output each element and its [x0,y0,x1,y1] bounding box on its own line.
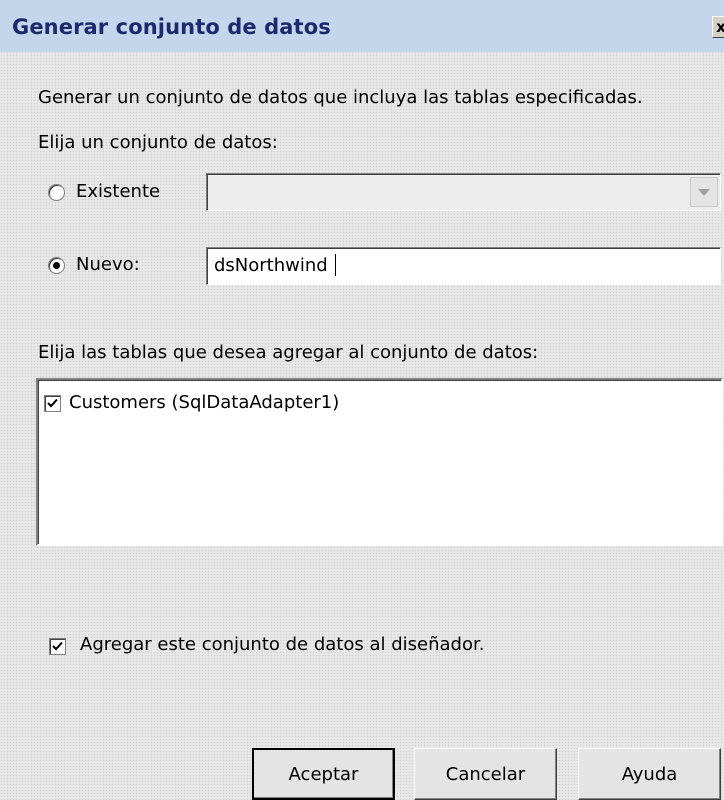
title-bar: Generar conjunto de datos x [0,0,724,52]
customers-checkbox[interactable] [44,395,61,412]
tables-listbox[interactable]: Customers (SqlDataAdapter1) [36,378,723,546]
add-to-designer-checkbox[interactable] [49,638,66,655]
window-title: Generar conjunto de datos [12,15,331,39]
checkmark-icon [47,398,58,408]
accept-button[interactable]: Aceptar [252,748,395,800]
new-dataset-name-value: dsNorthwind [214,255,328,276]
checkmark-icon [52,641,63,651]
text-caret [335,254,336,276]
description-text: Generar un conjunto de datos que incluya… [38,87,643,108]
add-to-designer-label: Agregar este conjunto de datos al diseña… [80,634,485,655]
help-button[interactable]: Ayuda [578,748,721,800]
list-item[interactable]: Customers (SqlDataAdapter1) [44,392,444,416]
cancel-button[interactable]: Cancelar [414,748,557,800]
existing-label: Existente [76,181,161,202]
new-label: Nuevo: [76,254,140,275]
tables-label: Elija las tablas que desea agregar al co… [38,342,539,363]
choose-dataset-label: Elija un conjunto de datos: [38,132,278,153]
dropdown-arrow-icon[interactable] [690,177,718,207]
existing-radio[interactable] [48,184,65,201]
existing-dataset-combobox[interactable] [206,173,721,211]
new-radio[interactable] [48,257,65,274]
customers-table-label: Customers (SqlDataAdapter1) [69,392,340,413]
close-button[interactable]: x [712,16,724,38]
radio-selected-dot-icon [53,262,60,269]
new-dataset-name-input[interactable]: dsNorthwind [206,247,721,285]
